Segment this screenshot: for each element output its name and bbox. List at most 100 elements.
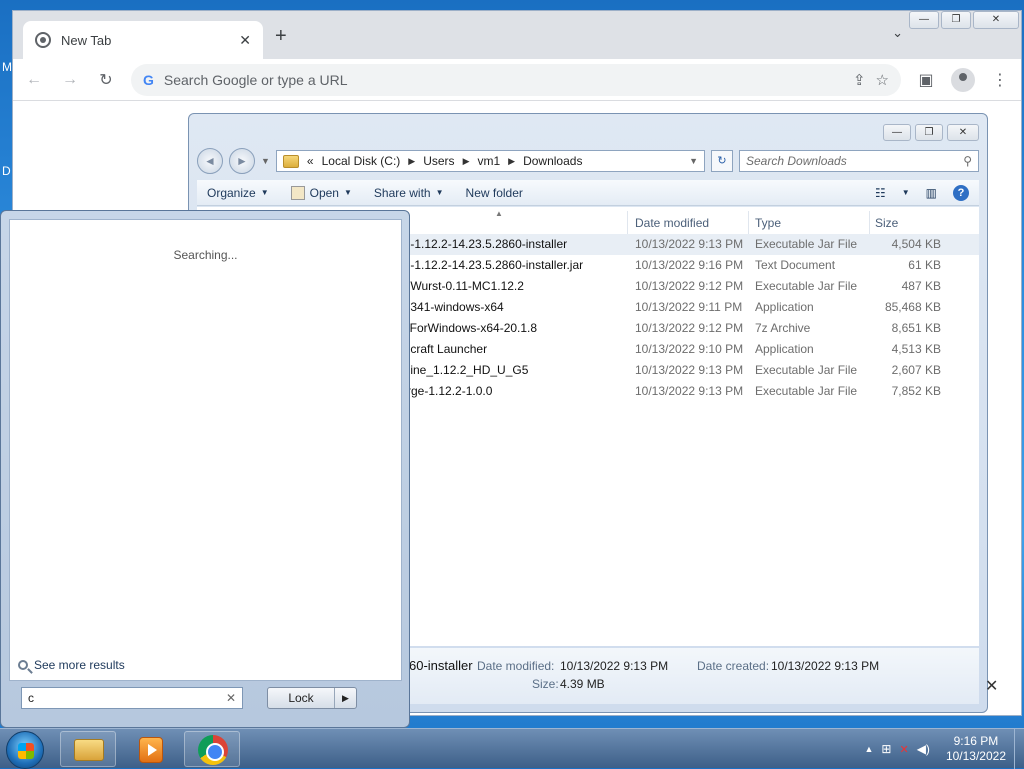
tab-close-icon[interactable]: ✕ (239, 32, 251, 49)
show-hidden-icons-icon[interactable]: ▲ (865, 744, 874, 754)
profile-avatar-icon[interactable] (951, 68, 975, 92)
back-arrow-icon[interactable]: ← (23, 71, 45, 89)
file-row[interactable]: ge-1.12.2-14.23.5.2860-installer 10/13/2… (397, 234, 979, 255)
omnibox-placeholder[interactable]: Search Google or type a URL (164, 72, 843, 88)
refresh-icon[interactable]: ↻ (711, 150, 733, 172)
breadcrumb-item-users[interactable]: Users (423, 154, 454, 168)
file-type: Executable Jar File (755, 363, 857, 377)
new-folder-button[interactable]: New folder (466, 186, 523, 200)
lock-button[interactable]: Lock ▶ (267, 687, 357, 709)
file-name: necraft Launcher (397, 342, 487, 356)
search-icon[interactable]: ⚲ (963, 154, 972, 168)
show-desktop-button[interactable] (1014, 729, 1024, 769)
file-type: 7z Archive (755, 321, 810, 335)
see-more-results-link[interactable]: See more results (18, 658, 125, 672)
action-center-alert-icon[interactable]: ✕ (899, 743, 908, 756)
view-options-icon[interactable]: ☷ (875, 186, 886, 200)
open-label: Open (310, 186, 339, 200)
breadcrumb-separator-icon[interactable]: ▶ (463, 156, 470, 167)
open-button[interactable]: Open ▼ (291, 186, 352, 200)
file-size: 61 KB (875, 258, 941, 272)
start-search-value: c (28, 691, 226, 705)
side-panel-icon[interactable]: ▣ (915, 70, 937, 90)
file-type: Executable Jar File (755, 384, 857, 398)
file-name: forge-1.12.2-1.0.0 (397, 384, 492, 398)
close-icon[interactable]: ✕ (985, 676, 998, 696)
file-size: 487 KB (875, 279, 941, 293)
sort-arrow-icon: ▲ (495, 209, 503, 218)
folder-icon (283, 155, 299, 168)
share-with-button[interactable]: Share with ▼ (374, 186, 444, 200)
details-size-label: Size: (532, 677, 559, 691)
explorer-command-bar: Organize ▼ Open ▼ Share with ▼ New folde… (197, 180, 979, 206)
column-size[interactable]: Size (875, 216, 898, 230)
file-row[interactable]: necraft Launcher 10/13/2022 9:10 PM Appl… (397, 339, 979, 360)
file-name: geWurst-0.11-MC1.12.2 (397, 279, 524, 293)
file-row[interactable]: 8u341-windows-x64 10/13/2022 9:11 PM App… (397, 297, 979, 318)
breadcrumb-item-downloads[interactable]: Downloads (523, 154, 582, 168)
breadcrumb-separator-icon[interactable]: ▶ (508, 156, 515, 167)
close-window-button[interactable]: ✕ (973, 11, 1019, 29)
bookmark-star-icon[interactable]: ☆ (876, 71, 889, 89)
forward-arrow-icon[interactable]: → (59, 71, 81, 89)
explorer-restore-button[interactable]: ❐ (915, 124, 943, 141)
preview-pane-icon[interactable]: ▥ (926, 186, 937, 200)
google-logo-icon: G (143, 72, 154, 88)
column-type[interactable]: Type (755, 216, 781, 230)
reload-icon[interactable]: ↻ (95, 70, 117, 90)
start-search-input[interactable]: c ✕ (21, 687, 243, 709)
explorer-close-button[interactable]: ✕ (947, 124, 979, 141)
file-date: 10/13/2022 9:10 PM (635, 342, 743, 356)
chrome-menu-icon[interactable]: ⋮ (989, 70, 1011, 90)
file-row[interactable]: forge-1.12.2-1.0.0 10/13/2022 9:13 PM Ex… (397, 381, 979, 402)
explorer-back-button[interactable]: ◄ (197, 148, 223, 174)
breadcrumb-item-local-disk[interactable]: Local Disk (C:) (322, 154, 401, 168)
organize-button[interactable]: Organize ▼ (207, 186, 269, 200)
new-tab-button[interactable]: + (275, 25, 287, 48)
shutdown-options-arrow-icon[interactable]: ▶ (334, 688, 356, 708)
file-row[interactable]: ge-1.12.2-14.23.5.2860-installer.jar 10/… (397, 255, 979, 276)
file-date: 10/13/2022 9:12 PM (635, 279, 743, 293)
file-name: saForWindows-x64-20.1.8 (397, 321, 537, 335)
clear-search-icon[interactable]: ✕ (226, 691, 236, 705)
explorer-forward-button[interactable]: ► (229, 148, 255, 174)
chevron-down-icon[interactable]: ▼ (902, 188, 910, 197)
file-name: 8u341-windows-x64 (397, 300, 504, 314)
start-button[interactable] (6, 731, 44, 769)
explorer-window-controls: — ❐ ✕ (883, 124, 979, 141)
folder-icon (74, 739, 104, 761)
explorer-minimize-button[interactable]: — (883, 124, 911, 141)
clock[interactable]: 9:16 PM 10/13/2022 (946, 734, 1006, 764)
file-date: 10/13/2022 9:13 PM (635, 237, 743, 251)
volume-icon[interactable]: ◀) (917, 742, 930, 756)
breadcrumb-item-vm1[interactable]: vm1 (477, 154, 500, 168)
desktop-icon-label: D (2, 164, 11, 178)
minimize-button[interactable]: — (909, 11, 939, 29)
share-icon[interactable]: ⇪ (853, 71, 866, 89)
breadcrumb-overflow[interactable]: « (307, 154, 314, 168)
desktop-icon-label: M (2, 60, 12, 74)
column-date-modified[interactable]: Date modified (635, 216, 709, 230)
address-dropdown-icon[interactable]: ▼ (689, 156, 698, 166)
taskbar-explorer-button[interactable] (60, 731, 116, 767)
taskbar-chrome-button[interactable] (184, 731, 240, 767)
file-date: 10/13/2022 9:11 PM (635, 300, 742, 314)
help-icon[interactable]: ? (953, 185, 969, 201)
network-icon[interactable]: ⊞ (881, 742, 891, 756)
recent-pages-dropdown-icon[interactable]: ▼ (261, 156, 270, 166)
explorer-address-bar[interactable]: « Local Disk (C:) ▶ Users ▶ vm1 ▶ Downlo… (276, 150, 705, 172)
taskbar-media-player-button[interactable] (122, 731, 178, 767)
details-file-name: 60-installer (409, 658, 473, 673)
file-row[interactable]: tiFine_1.12.2_HD_U_G5 10/13/2022 9:13 PM… (397, 360, 979, 381)
tab-search-icon[interactable]: ⌄ (892, 25, 903, 41)
file-name: ge-1.12.2-14.23.5.2860-installer (397, 237, 567, 251)
file-row[interactable]: saForWindows-x64-20.1.8 10/13/2022 9:12 … (397, 318, 979, 339)
tab-new-tab[interactable]: New Tab ✕ (23, 21, 263, 59)
breadcrumb-separator-icon[interactable]: ▶ (408, 156, 415, 167)
file-row[interactable]: geWurst-0.11-MC1.12.2 10/13/2022 9:12 PM… (397, 276, 979, 297)
file-size: 4,504 KB (875, 237, 941, 251)
explorer-search-input[interactable]: Search Downloads ⚲ (739, 150, 979, 172)
restore-button[interactable]: ❐ (941, 11, 971, 29)
share-with-label: Share with (374, 186, 431, 200)
address-bar[interactable]: G Search Google or type a URL ⇪ ☆ (131, 64, 901, 96)
